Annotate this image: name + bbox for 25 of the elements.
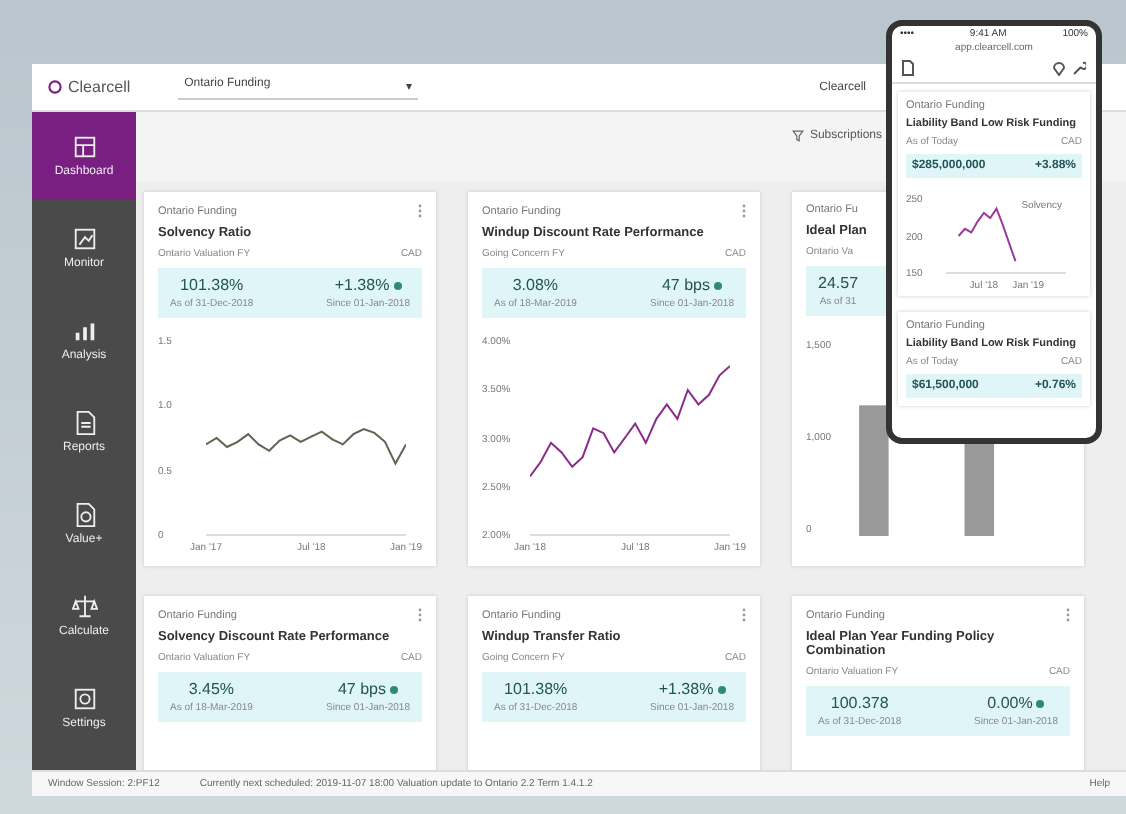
filter-icon xyxy=(791,130,804,142)
nav-icon xyxy=(71,502,97,528)
metric-value: 3.08% xyxy=(512,276,559,294)
metric-value: 101.38% xyxy=(180,276,244,294)
metric-value: 3.45% xyxy=(188,680,235,698)
metric-value: +1.38% xyxy=(334,276,402,294)
document-icon[interactable] xyxy=(902,60,914,76)
nav-icon xyxy=(71,318,97,344)
metric-value: 100.378 xyxy=(830,694,889,712)
metric-value: 0.00% xyxy=(987,694,1045,712)
metric-value: 24.57 xyxy=(818,274,859,292)
app-name: Clearcell xyxy=(68,78,131,96)
metric-value: 47 bps xyxy=(337,680,399,698)
metric-value: 101.38% xyxy=(504,680,568,698)
nav-icon xyxy=(71,594,97,620)
metric-value: 47 bps xyxy=(661,276,723,294)
logo-icon xyxy=(48,80,62,94)
nav-icon xyxy=(71,134,97,160)
metric-value: +1.38% xyxy=(658,680,726,698)
app-logo[interactable]: Clearcell xyxy=(48,78,131,96)
nav-icon xyxy=(71,686,97,712)
nav-icon xyxy=(71,226,97,252)
wrench-icon[interactable] xyxy=(1072,60,1086,76)
pin-icon[interactable] xyxy=(1052,60,1066,76)
nav-icon xyxy=(71,410,97,436)
